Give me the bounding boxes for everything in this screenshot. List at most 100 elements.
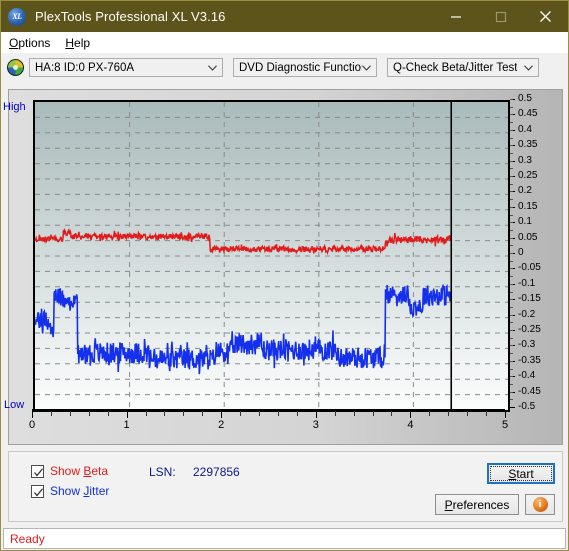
- x-tickmark-minor: [353, 411, 355, 416]
- y-tickmark-minor: [510, 129, 513, 131]
- show-beta-checkbox[interactable]: [31, 464, 44, 478]
- chevron-down-icon: [524, 64, 533, 71]
- optical-disc-icon: [7, 59, 24, 76]
- x-tickmark-minor: [277, 411, 279, 416]
- x-tickmark-minor: [164, 411, 166, 416]
- minimize-icon[interactable]: [433, 1, 478, 32]
- x-tickmark-minor: [334, 411, 336, 416]
- y-tickmark-minor: [510, 260, 513, 262]
- y-tickmark-minor: [510, 99, 513, 100]
- y-tick-label: 0.05: [518, 231, 538, 243]
- info-icon: i: [532, 497, 548, 512]
- y-tickmark: [510, 407, 515, 408]
- x-tick-label: 4: [407, 419, 414, 431]
- window-controls: [433, 1, 568, 32]
- y-tick-label: -0.1: [518, 277, 536, 289]
- device-select[interactable]: HA:8 ID:0 PX-760A: [29, 58, 223, 77]
- maximize-icon[interactable]: [478, 1, 523, 32]
- y-tick-label: -0.45: [518, 385, 541, 397]
- chevron-down-icon: [208, 64, 217, 71]
- x-tickmark-minor: [183, 411, 185, 416]
- x-tick-label: 0: [28, 419, 36, 431]
- y-tick-label: -0.05: [518, 262, 541, 274]
- menu-item-options[interactable]: Options: [2, 34, 57, 52]
- y-tickmark-minor: [510, 360, 513, 362]
- x-tickmark-major: [315, 411, 317, 418]
- y-tick-label: 0.2: [518, 185, 532, 197]
- show-jitter-checkbox[interactable]: [31, 484, 44, 498]
- x-tickmark-minor: [202, 411, 204, 416]
- x-tickmark-major: [410, 411, 412, 418]
- y-tickmark-minor: [510, 137, 513, 139]
- menu-accel: O: [9, 35, 19, 50]
- x-tickmark-major: [221, 411, 223, 418]
- x-tickmark-minor: [486, 411, 488, 416]
- preferences-button[interactable]: Preferences: [435, 494, 519, 515]
- test-select[interactable]: Q-Check Beta/Jitter Test: [387, 58, 539, 77]
- x-tickmark-minor: [107, 411, 109, 416]
- plextools-window: XL PlexTools Professional XL V3.16 Optio…: [0, 0, 569, 551]
- close-icon[interactable]: [523, 1, 568, 32]
- x-tickmark-minor: [145, 411, 147, 416]
- y-tick-label: 0.15: [518, 200, 538, 212]
- x-axis-line: [32, 409, 505, 411]
- y-tickmark-minor: [510, 291, 513, 293]
- y-tickmark-minor: [510, 229, 513, 231]
- x-tickmark-major: [505, 411, 506, 418]
- lsn-value: 2297856: [193, 465, 240, 479]
- x-tickmark-minor: [391, 411, 393, 416]
- y-tickmark-minor: [510, 106, 513, 108]
- y-tick-label: -0.2: [518, 308, 536, 320]
- y-tickmark-minor: [510, 160, 513, 162]
- y-tick-label: 0.25: [518, 170, 538, 181]
- y-tickmark-minor: [510, 368, 513, 370]
- y-axis-ticks: 0.5 0.45 0.4 0.35 0.3 0.25 0.2 0.15 0.1 0.05 0 -0.0…: [510, 94, 564, 417]
- function-select-value: DVD Diagnostic Functions: [239, 61, 362, 74]
- y-tick-label: 0.4: [518, 123, 532, 135]
- show-beta-row[interactable]: Show Beta: [31, 464, 108, 478]
- chevron-down-icon: [362, 64, 371, 71]
- x-tick-label: 3: [312, 419, 319, 431]
- x-tickmark-minor: [429, 411, 431, 416]
- start-button[interactable]: Start: [487, 463, 555, 484]
- focus-outline: [490, 466, 552, 481]
- y-tickmark-minor: [510, 337, 513, 339]
- y-tickmark-minor: [510, 122, 513, 124]
- x-tickmark-minor: [467, 411, 469, 416]
- beta-jitter-plot[interactable]: [33, 100, 510, 412]
- x-tickmark-major: [32, 411, 33, 418]
- device-select-value: HA:8 ID:0 PX-760A: [35, 61, 135, 74]
- y-tickmark-minor: [510, 253, 513, 254]
- y-tick-label: 0.45: [518, 108, 538, 120]
- toolbar: HA:8 ID:0 PX-760A DVD Diagnostic Functio…: [1, 53, 568, 82]
- y-axis-high-label: High: [3, 101, 26, 113]
- y-tickmark-minor: [510, 183, 513, 185]
- y-tickmark-minor: [510, 306, 513, 308]
- x-tickmark-minor: [372, 411, 374, 416]
- y-tickmark-minor: [510, 176, 513, 177]
- y-tick-label: -0.35: [518, 354, 541, 366]
- show-jitter-row[interactable]: Show Jitter: [31, 484, 109, 498]
- y-tickmark-minor: [510, 283, 513, 285]
- chart-panel: [8, 89, 563, 445]
- y-tickmark-minor: [510, 237, 513, 239]
- function-select[interactable]: DVD Diagnostic Functions: [233, 58, 377, 77]
- show-beta-label: Show Beta: [50, 464, 109, 478]
- show-jitter-label: Show Jitter: [50, 484, 110, 498]
- y-tick-label: 0.35: [518, 139, 538, 151]
- menu-accel: H: [65, 35, 75, 50]
- status-text: Ready: [10, 531, 45, 546]
- y-tickmark-minor: [510, 245, 513, 247]
- x-tickmark-minor: [448, 411, 450, 416]
- x-tick-label: 1: [123, 419, 130, 431]
- y-tickmark-minor: [510, 276, 513, 278]
- y-tickmark-minor: [510, 152, 513, 154]
- y-axis-low-label: Low: [4, 399, 25, 411]
- y-tickmark-minor: [510, 114, 513, 116]
- info-button[interactable]: i: [525, 494, 555, 515]
- y-tickmark-minor: [510, 222, 513, 224]
- x-axis-ticks: 0 1 2 3 4 5: [28, 409, 511, 439]
- x-tickmark-minor: [88, 411, 90, 416]
- menu-item-help[interactable]: Help: [58, 34, 97, 52]
- y-tick-label: 0.3: [518, 154, 532, 166]
